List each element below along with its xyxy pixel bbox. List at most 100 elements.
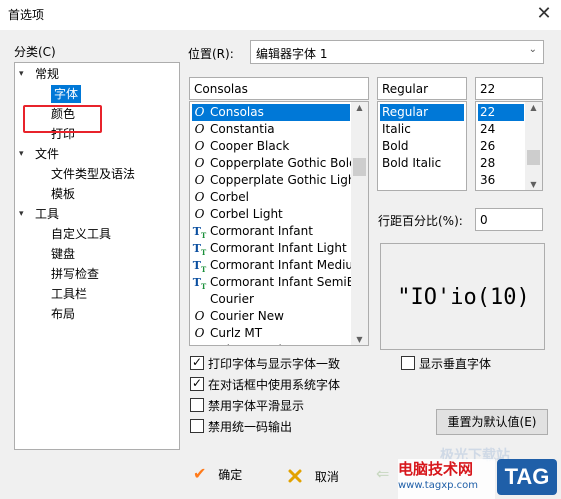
font-style-list[interactable]: Regular Italic Bold Bold Italic xyxy=(377,101,467,191)
list-item[interactable]: Italic xyxy=(380,121,464,138)
watermark-site-name: 电脑技术网 xyxy=(398,460,474,478)
list-item[interactable]: TT Cormorant Infant SemiBold xyxy=(192,274,368,291)
list-item[interactable]: Bold xyxy=(380,138,464,155)
list-item-label: Corbel xyxy=(210,190,249,204)
tree-item[interactable]: 键盘 xyxy=(51,245,75,263)
list-item[interactable]: O Corbel xyxy=(192,189,350,206)
disable-unicode-checkbox[interactable]: 禁用统一码输出 xyxy=(190,419,292,435)
tree-item[interactable]: 工具 xyxy=(35,205,59,223)
list-item[interactable]: 24 xyxy=(478,121,524,138)
checkbox-box[interactable] xyxy=(190,419,204,433)
size-list-scrollbar[interactable]: ▲ ▼ xyxy=(525,102,542,190)
list-item-label: Consolas xyxy=(210,105,264,119)
print-same-font-checkbox[interactable]: ✓ 打印字体与显示字体一致 xyxy=(190,355,341,372)
tree-item[interactable]: 自定义工具 xyxy=(51,225,111,243)
list-item[interactable]: O Corbel Light xyxy=(192,206,350,223)
close-icon[interactable]: ✕ xyxy=(536,3,551,24)
font-list[interactable]: O Consolas O Constantia O Cooper Black O Copper… xyxy=(189,101,369,346)
list-item-label: Regular xyxy=(382,105,429,119)
scroll-down-icon[interactable]: ▼ xyxy=(525,180,542,189)
list-item[interactable]: O Cooper Black xyxy=(192,138,350,155)
list-item[interactable]: O Constantia xyxy=(192,121,350,138)
list-item[interactable]: 26 xyxy=(478,138,524,155)
system-font-checkbox[interactable]: ✓ 在对话框中使用系统字体 xyxy=(190,376,341,393)
list-item[interactable]: TT Cormorant Infant Medium xyxy=(192,257,365,274)
list-item[interactable]: Bold Italic xyxy=(380,155,464,172)
scroll-down-icon[interactable]: ▼ xyxy=(351,335,368,344)
disable-smoothing-checkbox[interactable]: 禁用字体平滑显示 xyxy=(190,398,304,414)
checkbox-label: 在对话框中使用系统字体 xyxy=(208,378,341,392)
location-label: 位置(R): xyxy=(188,47,234,61)
opentype-font-icon: O xyxy=(194,156,205,170)
check-icon: ✓ xyxy=(192,376,203,390)
font-size-value: 22 xyxy=(480,82,496,96)
opentype-font-icon: O xyxy=(194,139,205,153)
font-size-input[interactable]: 22 xyxy=(475,77,543,100)
tree-toggle-icon[interactable]: ▾ xyxy=(19,65,24,83)
list-item[interactable]: TT Cormorant Infant Light xyxy=(192,240,350,257)
opentype-font-icon: O xyxy=(194,326,205,340)
window-title: 首选项 xyxy=(8,8,45,22)
list-item[interactable]: 36 xyxy=(478,172,524,189)
list-item[interactable]: 28 xyxy=(478,155,524,172)
tree-item[interactable]: 拼写检查 xyxy=(51,265,99,283)
cancel-button[interactable]: 取消 xyxy=(287,465,339,486)
font-preview: "IO'io(10) xyxy=(380,243,545,350)
tree-item[interactable]: 布局 xyxy=(51,305,75,323)
checkbox-box[interactable] xyxy=(190,398,204,412)
tree-item[interactable]: 文件类型及语法 xyxy=(51,165,135,183)
scroll-up-icon[interactable]: ▲ xyxy=(525,103,542,112)
location-select[interactable]: 编辑器字体 1 ⌄ xyxy=(250,40,544,64)
list-item[interactable]: Regular xyxy=(380,104,464,121)
list-item-label: Copperplate Gothic Bold xyxy=(210,156,357,170)
font-size-list[interactable]: 22 24 26 28 36 ▲ ▼ xyxy=(475,101,543,191)
scroll-thumb[interactable] xyxy=(527,150,540,165)
checkbox-box[interactable]: ✓ xyxy=(190,355,204,370)
tree-item[interactable]: 工具栏 xyxy=(51,285,87,303)
list-item-label: Curlz MT xyxy=(210,326,263,340)
opentype-font-icon: O xyxy=(194,309,205,323)
tree-item[interactable]: 字体 xyxy=(51,85,82,103)
scroll-thumb[interactable] xyxy=(353,158,366,176)
font-style-input[interactable]: Regular xyxy=(377,77,467,100)
list-item[interactable]: O Copperplate Gothic Bold xyxy=(192,155,357,172)
preview-text: "IO'io(10) xyxy=(397,285,530,310)
list-item[interactable]: O Courier New xyxy=(192,308,350,325)
line-spacing-input[interactable]: 0 xyxy=(475,208,543,231)
checkbox-box[interactable] xyxy=(401,356,415,370)
list-item[interactable]: 22 xyxy=(478,104,524,121)
location-value: 编辑器字体 1 xyxy=(256,47,328,61)
reset-defaults-button[interactable]: 重置为默认值(E) xyxy=(436,409,548,435)
vertical-font-checkbox[interactable]: 显示垂直字体 xyxy=(401,356,491,372)
list-item[interactable]: TT Cormorant Infant xyxy=(192,223,350,240)
checkbox-label: 禁用字体平滑显示 xyxy=(208,399,305,413)
list-item[interactable]: O Consolas xyxy=(192,104,350,121)
line-spacing-label: 行距百分比(%): xyxy=(378,214,463,228)
list-item-label: Bold xyxy=(382,139,409,153)
list-item-label: 24 xyxy=(480,122,496,136)
tree-toggle-icon[interactable]: ▾ xyxy=(19,205,24,223)
checkbox-box[interactable]: ✓ xyxy=(190,376,204,391)
list-item[interactable]: Courier xyxy=(192,291,350,308)
list-item-label: Constantia xyxy=(210,122,275,136)
close-button[interactable]: ✕ xyxy=(527,0,561,30)
categories-label: 分类(C) xyxy=(14,45,56,59)
tree-item[interactable]: 模板 xyxy=(51,185,75,203)
font-style-value: Regular xyxy=(382,82,429,96)
chevron-down-icon: ⌄ xyxy=(528,44,537,55)
tree-toggle-icon[interactable]: ▾ xyxy=(19,145,24,163)
ok-button[interactable]: ✔ 确定 xyxy=(193,465,242,484)
list-item-label: Courier xyxy=(210,292,254,306)
list-item-label: 22 xyxy=(480,105,496,119)
font-name-input[interactable]: Consolas xyxy=(189,77,369,100)
tree-item[interactable]: 文件 xyxy=(35,145,59,163)
list-item[interactable]: O Copperplate Gothic Light xyxy=(192,172,361,189)
list-item[interactable]: ODejaVu Math TeX Gyre xyxy=(192,342,350,345)
line-spacing-value: 0 xyxy=(480,213,488,227)
tree-item[interactable]: 常规 xyxy=(35,65,59,83)
list-item[interactable]: O Curlz MT xyxy=(192,325,350,342)
font-list-scrollbar[interactable]: ▲ ▼ xyxy=(351,102,368,345)
list-item-label: Copperplate Gothic Light xyxy=(210,173,361,187)
checkbox-label: 打印字体与显示字体一致 xyxy=(208,357,341,371)
scroll-up-icon[interactable]: ▲ xyxy=(351,103,368,112)
